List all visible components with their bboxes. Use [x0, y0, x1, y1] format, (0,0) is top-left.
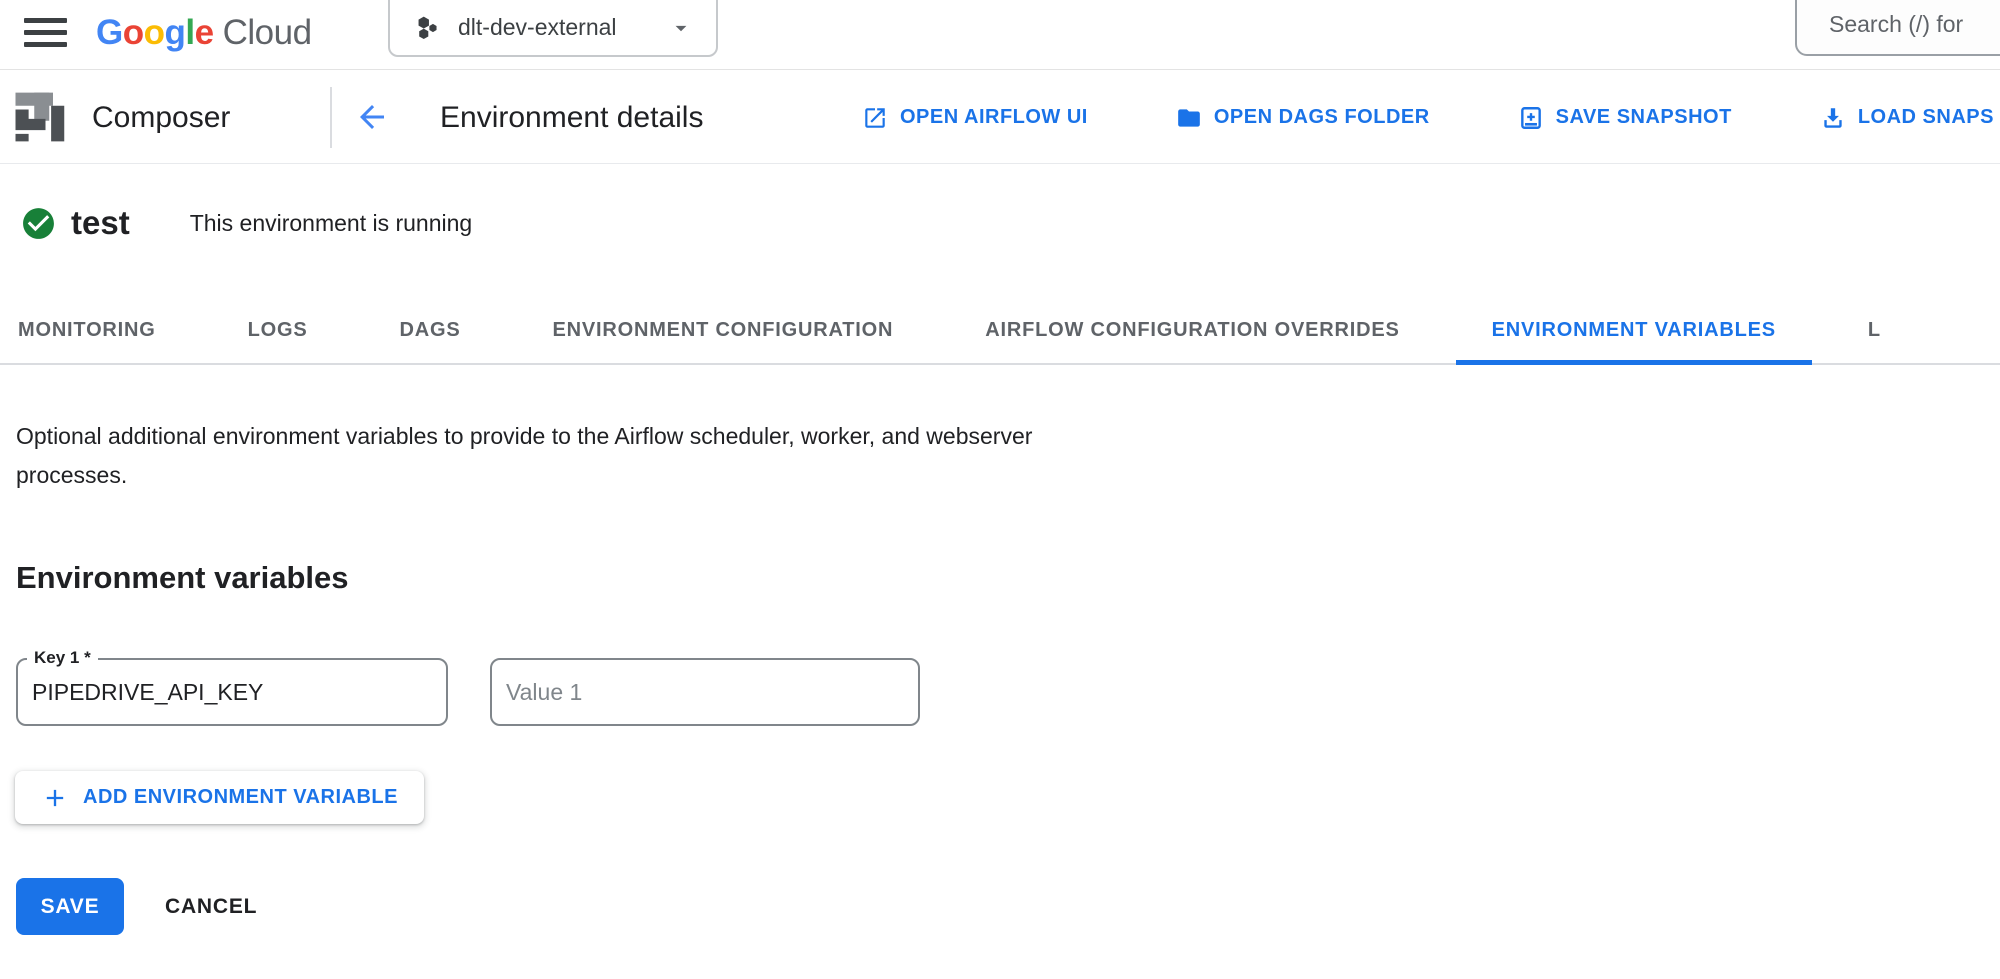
header-actions: OPEN AIRFLOW UI OPEN DAGS FOLDER SAVE SN…	[862, 71, 1994, 164]
environment-status-row: test This environment is running	[20, 204, 472, 242]
composer-logo-icon	[8, 86, 68, 148]
key-input[interactable]	[18, 660, 446, 724]
google-cloud-logo: Google Cloud	[96, 8, 312, 58]
tab-dags[interactable]: DAGS	[364, 300, 497, 365]
tab-airflow-configuration-overrides[interactable]: AIRFLOW CONFIGURATION OVERRIDES	[949, 300, 1435, 365]
value-field	[490, 658, 920, 726]
arrow-back-icon	[354, 99, 390, 135]
folder-icon	[1176, 105, 1202, 131]
logo-letter: l	[185, 13, 194, 53]
plus-icon	[41, 784, 69, 812]
snapshot-add-icon	[1518, 105, 1544, 131]
product-name: Composer	[92, 71, 230, 164]
check-circle-icon	[20, 205, 57, 242]
section-title: Environment variables	[16, 560, 349, 596]
section-description: Optional additional environment variable…	[16, 417, 1036, 495]
project-selector[interactable]: dlt-dev-external	[388, 0, 718, 57]
save-button[interactable]: SAVE	[16, 878, 124, 935]
tab-environment-variables[interactable]: ENVIRONMENT VARIABLES	[1456, 300, 1812, 365]
menu-icon[interactable]	[24, 17, 67, 49]
environment-name: test	[71, 204, 130, 242]
logo-cloud-text: Cloud	[223, 13, 312, 53]
tab-truncated[interactable]: L	[1832, 300, 1917, 365]
open-airflow-ui-button[interactable]: OPEN AIRFLOW UI	[862, 105, 1088, 131]
action-label: SAVE SNAPSHOT	[1556, 106, 1732, 129]
open-in-new-icon	[862, 105, 888, 131]
tab-environment-configuration[interactable]: ENVIRONMENT CONFIGURATION	[517, 300, 930, 365]
action-label: LOAD SNAPS	[1858, 106, 1994, 129]
open-dags-folder-button[interactable]: OPEN DAGS FOLDER	[1176, 105, 1430, 131]
project-name: dlt-dev-external	[458, 14, 668, 41]
action-label: OPEN AIRFLOW UI	[900, 106, 1088, 129]
logo-letter: o	[144, 13, 165, 53]
environment-status-text: This environment is running	[190, 210, 473, 237]
logo-letter: g	[165, 13, 186, 53]
chevron-down-icon	[668, 15, 694, 41]
page-title: Environment details	[440, 71, 703, 164]
key-field-label: Key 1 *	[27, 648, 98, 668]
logo-letter: o	[123, 13, 144, 53]
header-divider	[330, 87, 332, 148]
search-box	[1795, 0, 2000, 56]
tab-bar: MONITORING LOGS DAGS ENVIRONMENT CONFIGU…	[0, 300, 1917, 365]
app-header: Composer Environment details OPEN AIRFLO…	[0, 71, 2000, 164]
search-input[interactable]	[1797, 0, 2000, 54]
logo-letter: e	[195, 13, 214, 53]
add-environment-variable-button[interactable]: ADD ENVIRONMENT VARIABLE	[15, 771, 424, 824]
key-field: Key 1 *	[16, 658, 448, 726]
value-input[interactable]	[492, 660, 918, 724]
top-bar: Google Cloud dlt-dev-external	[0, 0, 2000, 70]
action-label: OPEN DAGS FOLDER	[1214, 106, 1430, 129]
add-button-label: ADD ENVIRONMENT VARIABLE	[83, 786, 398, 809]
screen: Google Cloud dlt-dev-external	[0, 0, 2000, 979]
load-snapshot-button[interactable]: LOAD SNAPS	[1820, 105, 1994, 131]
tab-logs[interactable]: LOGS	[212, 300, 344, 365]
back-button[interactable]	[352, 97, 392, 137]
logo-letter: G	[96, 13, 123, 53]
tab-monitoring[interactable]: MONITORING	[0, 300, 192, 365]
project-hexagons-icon	[414, 15, 440, 41]
download-icon	[1820, 105, 1846, 131]
cancel-button[interactable]: CANCEL	[165, 878, 257, 935]
save-snapshot-button[interactable]: SAVE SNAPSHOT	[1518, 105, 1732, 131]
